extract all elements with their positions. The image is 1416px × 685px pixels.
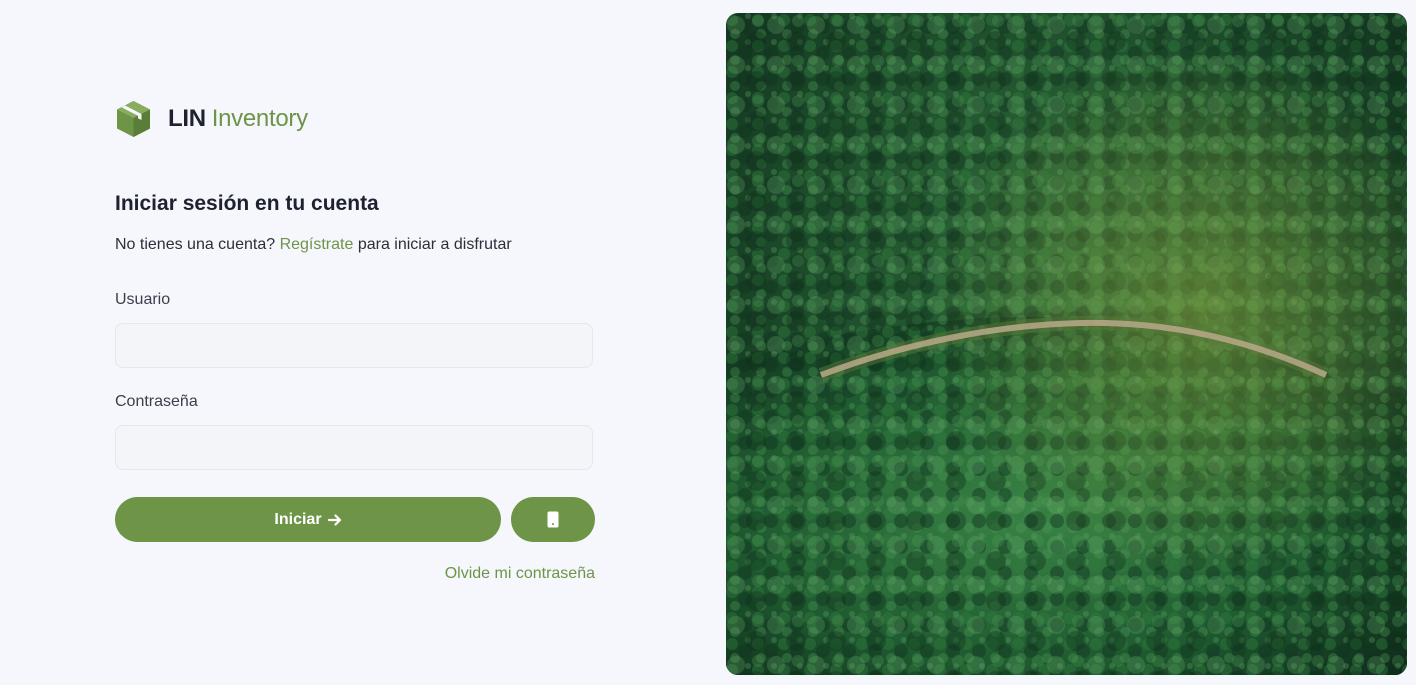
brand-name: LIN Inventory [168, 105, 308, 133]
brand-name-part2: Inventory [211, 105, 308, 132]
box-cube-icon [117, 101, 150, 137]
smartphone-icon [547, 511, 559, 528]
login-button[interactable]: Iniciar [115, 497, 501, 542]
login-button-label: Iniciar [274, 510, 322, 528]
signup-prompt-suffix: para iniciar a disfrutar [353, 236, 512, 253]
signup-prompt-prefix: No tienes una cuenta? [115, 236, 280, 253]
password-label: Contraseña [115, 393, 198, 410]
aerial-forest-image [726, 13, 1407, 675]
username-label: Usuario [115, 291, 171, 308]
arrow-right-icon [327, 513, 341, 526]
brand-logo: LIN Inventory [115, 100, 308, 138]
signup-prompt: No tienes una cuenta? Regístrate para in… [115, 236, 512, 254]
forgot-password-link[interactable]: Olvide mi contraseña [445, 565, 595, 583]
mobile-login-button[interactable] [511, 497, 595, 542]
brand-name-part1: LIN [168, 105, 206, 132]
password-input[interactable] [115, 425, 593, 470]
username-input[interactable] [115, 323, 593, 368]
hero-photo [726, 13, 1407, 675]
page-title: Iniciar sesión en tu cuenta [115, 192, 379, 215]
login-panel: LIN Inventory Iniciar sesión en tu cuenta… [115, 0, 595, 685]
register-link[interactable]: Regístrate [280, 236, 354, 253]
